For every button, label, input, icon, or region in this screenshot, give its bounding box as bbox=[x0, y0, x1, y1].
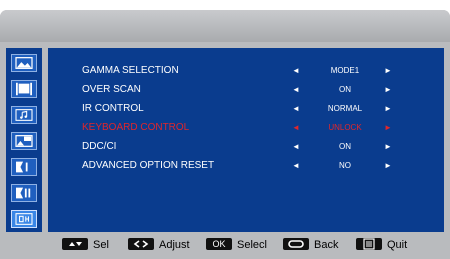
arrow-left-icon[interactable]: ◄ bbox=[292, 82, 300, 98]
advanced-option-icon[interactable] bbox=[11, 210, 37, 228]
hint-back: Back bbox=[283, 238, 338, 252]
hint-select: OK Selecl bbox=[206, 238, 267, 252]
up-down-key-icon bbox=[62, 238, 88, 250]
menu-item-ir-control[interactable]: IR CONTROL ◄ NORMAL ► bbox=[48, 101, 444, 117]
menu-item-advanced-option-reset[interactable]: ADVANCED OPTION RESET ◄ NO ► bbox=[48, 158, 444, 174]
menu-item-label: IR CONTROL bbox=[82, 103, 144, 114]
arrow-right-icon[interactable]: ► bbox=[384, 82, 392, 98]
arrow-left-icon[interactable]: ◄ bbox=[292, 101, 300, 117]
audio-icon[interactable] bbox=[11, 106, 37, 124]
menu-item-label: KEYBOARD CONTROL bbox=[82, 122, 190, 133]
menu-key-icon bbox=[356, 238, 382, 250]
left-right-key-icon bbox=[128, 238, 154, 250]
menu-item-value: NORMAL bbox=[327, 104, 363, 113]
osd-title-bar bbox=[0, 10, 450, 42]
menu-panel: GAMMA SELECTION ◄ MODE1 ► OVER SCAN ◄ ON… bbox=[48, 48, 444, 240]
hint-adjust-label: Adjust bbox=[159, 239, 190, 251]
hint-sel-label: Sel bbox=[93, 239, 109, 251]
osd-window: GAMMA SELECTION ◄ MODE1 ► OVER SCAN ◄ ON… bbox=[0, 10, 450, 259]
arrow-left-icon[interactable]: ◄ bbox=[292, 120, 300, 136]
key-hint-bar: Sel Adjust OK Selecl Back Quit bbox=[0, 232, 450, 259]
menu-item-keyboard-control[interactable]: KEYBOARD CONTROL ◄ UNLOCK ► bbox=[48, 120, 444, 136]
menu-item-label: DDC/CI bbox=[82, 141, 117, 152]
arrow-right-icon[interactable]: ► bbox=[384, 101, 392, 117]
arrow-left-icon[interactable]: ◄ bbox=[292, 158, 300, 174]
menu-item-over-scan[interactable]: OVER SCAN ◄ ON ► bbox=[48, 82, 444, 98]
configuration-one-icon[interactable] bbox=[11, 158, 37, 176]
configuration-two-icon[interactable] bbox=[11, 184, 37, 202]
menu-item-label: GAMMA SELECTION bbox=[82, 65, 179, 76]
arrow-right-icon[interactable]: ► bbox=[384, 63, 392, 79]
menu-item-value: NO bbox=[339, 161, 351, 170]
screen-icon[interactable] bbox=[11, 80, 37, 98]
arrow-right-icon[interactable]: ► bbox=[384, 158, 392, 174]
menu-item-value: MODE1 bbox=[330, 66, 360, 75]
back-key-icon bbox=[283, 238, 309, 250]
menu-item-value: ON bbox=[339, 142, 351, 151]
pip-icon[interactable] bbox=[11, 132, 37, 150]
menu-item-value: UNLOCK bbox=[328, 123, 362, 132]
hint-adjust: Adjust bbox=[128, 238, 190, 252]
menu-item-value: ON bbox=[339, 85, 351, 94]
menu-item-label: ADVANCED OPTION RESET bbox=[82, 160, 215, 171]
ok-key: OK bbox=[206, 238, 232, 250]
hint-sel: Sel bbox=[62, 238, 109, 252]
hint-select-label: Selecl bbox=[237, 239, 267, 251]
arrow-right-icon[interactable]: ► bbox=[384, 120, 392, 136]
arrow-left-icon[interactable]: ◄ bbox=[292, 63, 300, 79]
menu-item-ddc-ci[interactable]: DDC/CI ◄ ON ► bbox=[48, 139, 444, 155]
picture-icon[interactable] bbox=[11, 54, 37, 72]
hint-back-label: Back bbox=[314, 239, 339, 251]
menu-item-gamma-selection[interactable]: GAMMA SELECTION ◄ MODE1 ► bbox=[48, 63, 444, 79]
hint-quit: Quit bbox=[356, 238, 407, 252]
arrow-right-icon[interactable]: ► bbox=[384, 139, 392, 155]
hint-quit-label: Quit bbox=[387, 239, 408, 251]
menu-item-label: OVER SCAN bbox=[82, 84, 141, 95]
arrow-left-icon[interactable]: ◄ bbox=[292, 139, 300, 155]
osd-sidebar bbox=[6, 48, 42, 240]
